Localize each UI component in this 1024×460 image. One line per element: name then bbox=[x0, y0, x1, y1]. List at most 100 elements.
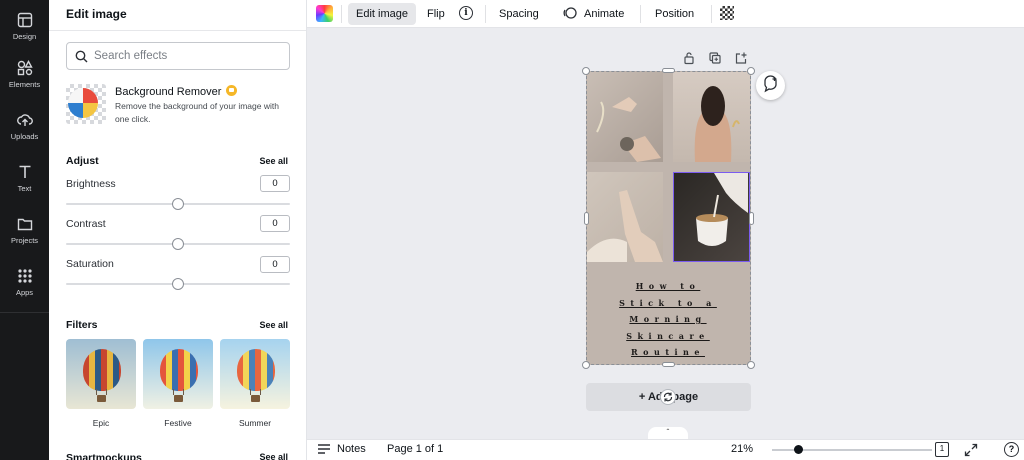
filter-label: Festive bbox=[164, 418, 192, 428]
search-input[interactable] bbox=[94, 50, 274, 62]
page-indicator[interactable]: Page 1 of 1 bbox=[387, 443, 443, 455]
contrast-slider[interactable] bbox=[66, 238, 290, 250]
rail-label: Design bbox=[12, 31, 37, 41]
help-icon[interactable]: ? bbox=[1004, 442, 1019, 457]
edit-image-panel: Edit image Background Remover Remove the… bbox=[49, 0, 307, 460]
adjust-see-all[interactable]: See all bbox=[259, 156, 288, 166]
photo-hand-gesture[interactable] bbox=[587, 172, 663, 262]
smartmockups-see-all[interactable]: See all bbox=[259, 452, 288, 460]
flip-button[interactable]: Flip bbox=[419, 3, 453, 25]
rail-label: Uploads bbox=[10, 131, 39, 141]
left-rail: Design Elements Uploads Text Projects Ap… bbox=[0, 0, 49, 460]
rail-label: Projects bbox=[10, 235, 39, 245]
filter-label: Summer bbox=[238, 418, 272, 428]
brightness-value[interactable]: 0 bbox=[260, 175, 290, 192]
resize-handle-right[interactable] bbox=[749, 212, 754, 225]
filter-summer[interactable]: Summer bbox=[220, 339, 290, 428]
comment-plus-icon bbox=[764, 75, 777, 93]
resize-handle-bottom[interactable] bbox=[662, 362, 675, 367]
balloon-basket bbox=[97, 395, 106, 402]
resize-handle-top-left[interactable] bbox=[582, 67, 590, 75]
color-picker-icon[interactable] bbox=[316, 5, 333, 22]
photo-cup-pour[interactable] bbox=[673, 172, 750, 262]
resize-handle-top-right[interactable] bbox=[747, 67, 755, 75]
rail-item-projects[interactable]: Projects bbox=[0, 204, 49, 256]
balloon-basket bbox=[251, 395, 260, 402]
spacing-button[interactable]: Spacing bbox=[491, 3, 547, 25]
edit-image-button[interactable]: Edit image bbox=[348, 3, 416, 25]
balloon-image bbox=[160, 349, 198, 391]
transparency-icon[interactable] bbox=[720, 6, 734, 20]
rotate-icon[interactable] bbox=[660, 389, 676, 405]
background-remover[interactable]: Background Remover Remove the background… bbox=[66, 84, 296, 128]
filter-epic[interactable]: Epic bbox=[66, 339, 136, 428]
rail-item-text[interactable]: Text bbox=[0, 152, 49, 204]
rail-item-apps[interactable]: Apps bbox=[0, 256, 49, 308]
filters-see-all[interactable]: See all bbox=[259, 320, 288, 330]
title-text[interactable]: How to Stick to a Morning Skincare Routi… bbox=[600, 278, 736, 361]
rail-label: Apps bbox=[15, 287, 34, 297]
search-box[interactable] bbox=[66, 42, 290, 70]
contrast-value[interactable]: 0 bbox=[260, 215, 290, 232]
search-icon bbox=[75, 50, 88, 62]
lock-icon[interactable] bbox=[682, 51, 696, 65]
title-line: Skincare bbox=[626, 330, 710, 341]
toolbar-divider bbox=[640, 5, 641, 23]
contrast-label: Contrast bbox=[66, 218, 106, 230]
filters-heading: Filters bbox=[66, 319, 98, 331]
folder-icon bbox=[17, 218, 32, 230]
photo-hands-stone[interactable] bbox=[587, 72, 663, 162]
panel-divider bbox=[49, 30, 306, 31]
bottom-bar: Notes Page 1 of 1 21% 1 ? bbox=[307, 439, 1024, 460]
chevron-up-icon[interactable]: ˆ bbox=[648, 427, 688, 439]
rotate-arrows bbox=[663, 392, 673, 402]
resize-handle-bottom-left[interactable] bbox=[582, 361, 590, 369]
photo-woman-back-art bbox=[694, 86, 740, 162]
toolbar-divider bbox=[711, 5, 712, 23]
text-icon bbox=[19, 165, 30, 178]
rail-item-uploads[interactable]: Uploads bbox=[0, 100, 49, 152]
zoom-slider[interactable] bbox=[772, 444, 932, 456]
top-toolbar: Edit image Flip i Spacing Animate Positi… bbox=[307, 0, 1024, 28]
notes-button[interactable]: Notes bbox=[318, 443, 366, 455]
add-comment-button[interactable] bbox=[756, 71, 785, 100]
duplicate-icon[interactable] bbox=[708, 51, 722, 65]
page-count-button[interactable]: 1 bbox=[935, 442, 949, 457]
photo-cup-pour-art bbox=[696, 173, 748, 246]
fullscreen-icon[interactable] bbox=[964, 443, 978, 457]
crown-icon bbox=[226, 85, 238, 96]
filters-row: Epic Festive Summer bbox=[66, 339, 306, 434]
rail-item-design[interactable]: Design bbox=[0, 0, 49, 52]
slider-thumb[interactable] bbox=[172, 238, 184, 250]
title-line: Routine bbox=[631, 347, 705, 357]
add-page-icon[interactable] bbox=[734, 51, 748, 65]
position-button[interactable]: Position bbox=[647, 3, 702, 25]
animate-icon[interactable] bbox=[563, 6, 577, 20]
brightness-slider[interactable] bbox=[66, 198, 290, 210]
saturation-value[interactable]: 0 bbox=[260, 256, 290, 273]
filter-thumbnail bbox=[66, 339, 136, 409]
balloon-image bbox=[83, 349, 121, 391]
photo-woman-back[interactable] bbox=[673, 72, 750, 162]
resize-handle-left[interactable] bbox=[584, 212, 589, 225]
filter-thumbnail bbox=[220, 339, 290, 409]
saturation-slider[interactable] bbox=[66, 278, 290, 290]
resize-handle-top[interactable] bbox=[662, 68, 675, 73]
uploads-icon bbox=[16, 113, 33, 126]
slider-thumb[interactable] bbox=[172, 278, 184, 290]
zoom-value[interactable]: 21% bbox=[731, 443, 753, 455]
filter-thumbnail bbox=[143, 339, 213, 409]
background-remover-title-row: Background Remover bbox=[115, 85, 238, 98]
rail-label: Text bbox=[17, 183, 32, 193]
photo-hands-stone-art bbox=[596, 97, 661, 162]
zoom-slider-thumb[interactable] bbox=[794, 445, 803, 454]
animate-button[interactable]: Animate bbox=[576, 3, 632, 25]
info-icon[interactable]: i bbox=[459, 6, 473, 20]
beach-ball-icon bbox=[68, 88, 98, 118]
notes-icon bbox=[318, 444, 330, 454]
adjust-heading: Adjust bbox=[66, 155, 99, 167]
filter-festive[interactable]: Festive bbox=[143, 339, 213, 428]
slider-thumb[interactable] bbox=[172, 198, 184, 210]
rail-item-elements[interactable]: Elements bbox=[0, 48, 49, 100]
resize-handle-bottom-right[interactable] bbox=[747, 361, 755, 369]
